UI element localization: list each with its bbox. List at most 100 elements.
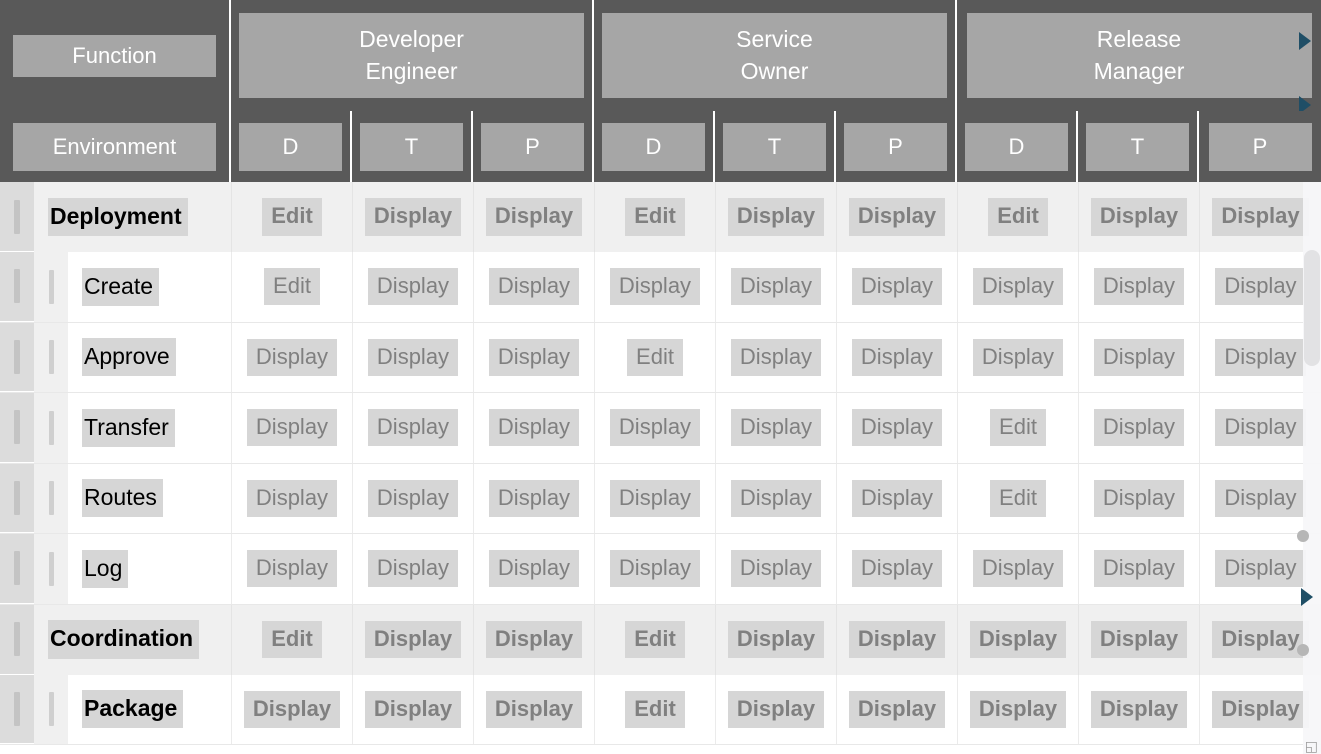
- row-indent-handle[interactable]: [34, 393, 68, 463]
- row-drag-handle[interactable]: [0, 393, 34, 463]
- row-indent-handle[interactable]: [34, 252, 68, 322]
- row-drag-handle[interactable]: [0, 463, 34, 533]
- permission-cell[interactable]: Display: [473, 604, 594, 675]
- permission-cell[interactable]: Display: [1078, 393, 1199, 463]
- permission-cell[interactable]: Display: [1199, 393, 1321, 463]
- permission-cell[interactable]: Display: [957, 534, 1078, 604]
- header-env-release-p[interactable]: P: [1199, 111, 1321, 281]
- permission-cell[interactable]: Display: [1199, 463, 1321, 533]
- permission-cell[interactable]: Edit: [957, 393, 1078, 463]
- permission-cell[interactable]: Display: [352, 604, 473, 675]
- permission-cell[interactable]: Display: [594, 252, 715, 322]
- row-indent-handle[interactable]: [34, 534, 68, 604]
- permission-cell[interactable]: Display: [1078, 463, 1199, 533]
- permission-cell[interactable]: Display: [1078, 604, 1199, 675]
- permission-cell[interactable]: Display: [957, 322, 1078, 392]
- permission-cell[interactable]: Display: [836, 534, 957, 604]
- row-label-cell[interactable]: Create: [68, 252, 231, 322]
- permission-cell[interactable]: Edit: [231, 252, 352, 322]
- permission-cell[interactable]: Display: [473, 182, 594, 252]
- row-drag-handle[interactable]: [0, 604, 34, 675]
- row-indent-handle[interactable]: [34, 674, 68, 744]
- row-drag-handle[interactable]: [0, 674, 34, 744]
- header-role-release-manager[interactable]: Release Manager: [957, 0, 1321, 114]
- permission-cell[interactable]: Display: [473, 252, 594, 322]
- permission-cell[interactable]: Display: [1078, 182, 1199, 252]
- permission-cell[interactable]: Display: [594, 463, 715, 533]
- matrix-child-row[interactable]: Create Edit Display Display Display Display Di…: [0, 252, 1321, 323]
- permission-cell[interactable]: Display: [715, 182, 836, 252]
- header-env-dev-d[interactable]: D: [231, 111, 352, 182]
- row-label-cell[interactable]: Routes: [68, 464, 231, 534]
- header-env-dev-p[interactable]: P: [473, 111, 594, 182]
- permission-cell[interactable]: Display: [1199, 604, 1321, 675]
- permission-cell[interactable]: Display: [1078, 322, 1199, 392]
- header-env-service-p[interactable]: P: [836, 111, 957, 182]
- permission-cell[interactable]: Display: [352, 674, 473, 744]
- permission-cell[interactable]: Display: [836, 463, 957, 533]
- permission-cell[interactable]: Display: [473, 322, 594, 392]
- permission-cell[interactable]: Display: [715, 252, 836, 322]
- permission-cell[interactable]: Edit: [231, 604, 352, 675]
- permission-cell[interactable]: Display: [957, 674, 1078, 744]
- permission-cell[interactable]: Display: [231, 674, 352, 744]
- permission-cell[interactable]: Display: [1199, 182, 1321, 252]
- permission-cell[interactable]: Display: [1078, 674, 1199, 744]
- row-drag-handle[interactable]: [0, 252, 34, 322]
- matrix-group-row[interactable]: Deployment Edit Display Display Edit Display D…: [0, 182, 1321, 252]
- permission-cell[interactable]: Display: [352, 252, 473, 322]
- permission-cell[interactable]: Edit: [957, 463, 1078, 533]
- row-label-cell[interactable]: Transfer: [68, 393, 231, 463]
- permission-cell[interactable]: Display: [352, 463, 473, 533]
- permission-cell[interactable]: Display: [352, 393, 473, 463]
- permission-cell[interactable]: Display: [473, 534, 594, 604]
- permission-cell[interactable]: Display: [231, 393, 352, 463]
- permission-cell[interactable]: Display: [715, 674, 836, 744]
- permission-cell[interactable]: Display: [836, 322, 957, 392]
- permission-cell[interactable]: Display: [836, 252, 957, 322]
- row-indent-handle[interactable]: [34, 463, 68, 533]
- permission-cell[interactable]: Display: [715, 463, 836, 533]
- matrix-child-row[interactable]: Approve Display Display Display Edit Display D…: [0, 322, 1321, 393]
- permission-cell[interactable]: Display: [1078, 534, 1199, 604]
- header-role-developer-engineer[interactable]: Developer Engineer: [231, 0, 594, 111]
- permission-cell[interactable]: Edit: [594, 182, 715, 252]
- permission-cell[interactable]: Display: [836, 674, 957, 744]
- matrix-child-row[interactable]: Log Display Display Display Display Display Di…: [0, 534, 1321, 605]
- permission-cell[interactable]: Display: [1199, 252, 1321, 322]
- permission-cell[interactable]: Display: [231, 534, 352, 604]
- permission-cell[interactable]: Edit: [594, 674, 715, 744]
- permission-cell[interactable]: Display: [473, 463, 594, 533]
- permission-cell[interactable]: Display: [715, 534, 836, 604]
- resize-corner-icon[interactable]: ◱: [1305, 739, 1318, 753]
- matrix-child-row[interactable]: Routes Display Display Display Display Displa…: [0, 463, 1321, 534]
- permission-cell[interactable]: Display: [352, 322, 473, 392]
- permission-cell[interactable]: Display: [957, 252, 1078, 322]
- permission-cell[interactable]: Display: [836, 182, 957, 252]
- permission-cell[interactable]: Display: [957, 604, 1078, 675]
- row-label-cell[interactable]: Approve: [68, 323, 231, 393]
- row-drag-handle[interactable]: [0, 322, 34, 392]
- permission-cell[interactable]: Display: [715, 393, 836, 463]
- permission-cell[interactable]: Edit: [594, 322, 715, 392]
- header-env-release-d[interactable]: D: [957, 111, 1078, 182]
- permission-cell[interactable]: Display: [352, 182, 473, 252]
- permission-cell[interactable]: Display: [1199, 322, 1321, 392]
- header-env-service-t[interactable]: T: [715, 111, 836, 182]
- permission-cell[interactable]: Display: [473, 393, 594, 463]
- matrix-group-row[interactable]: Coordination Edit Display Display Edit Displa…: [0, 604, 1321, 675]
- permission-cell[interactable]: Display: [715, 604, 836, 675]
- permission-cell[interactable]: Display: [352, 534, 473, 604]
- header-env-release-t[interactable]: T: [1078, 111, 1199, 182]
- permission-cell[interactable]: Display: [231, 463, 352, 533]
- row-drag-handle[interactable]: [0, 182, 34, 252]
- permission-cell[interactable]: Display: [594, 393, 715, 463]
- permission-cell[interactable]: Edit: [957, 182, 1078, 252]
- permission-cell[interactable]: Display: [1078, 252, 1199, 322]
- row-drag-handle[interactable]: [0, 534, 34, 604]
- row-indent-handle[interactable]: [34, 322, 68, 392]
- header-role-service-owner[interactable]: Service Owner: [594, 0, 957, 111]
- row-label-cell[interactable]: Coordination: [34, 605, 231, 675]
- permission-cell[interactable]: Display: [231, 322, 352, 392]
- permission-cell[interactable]: Display: [1199, 674, 1321, 744]
